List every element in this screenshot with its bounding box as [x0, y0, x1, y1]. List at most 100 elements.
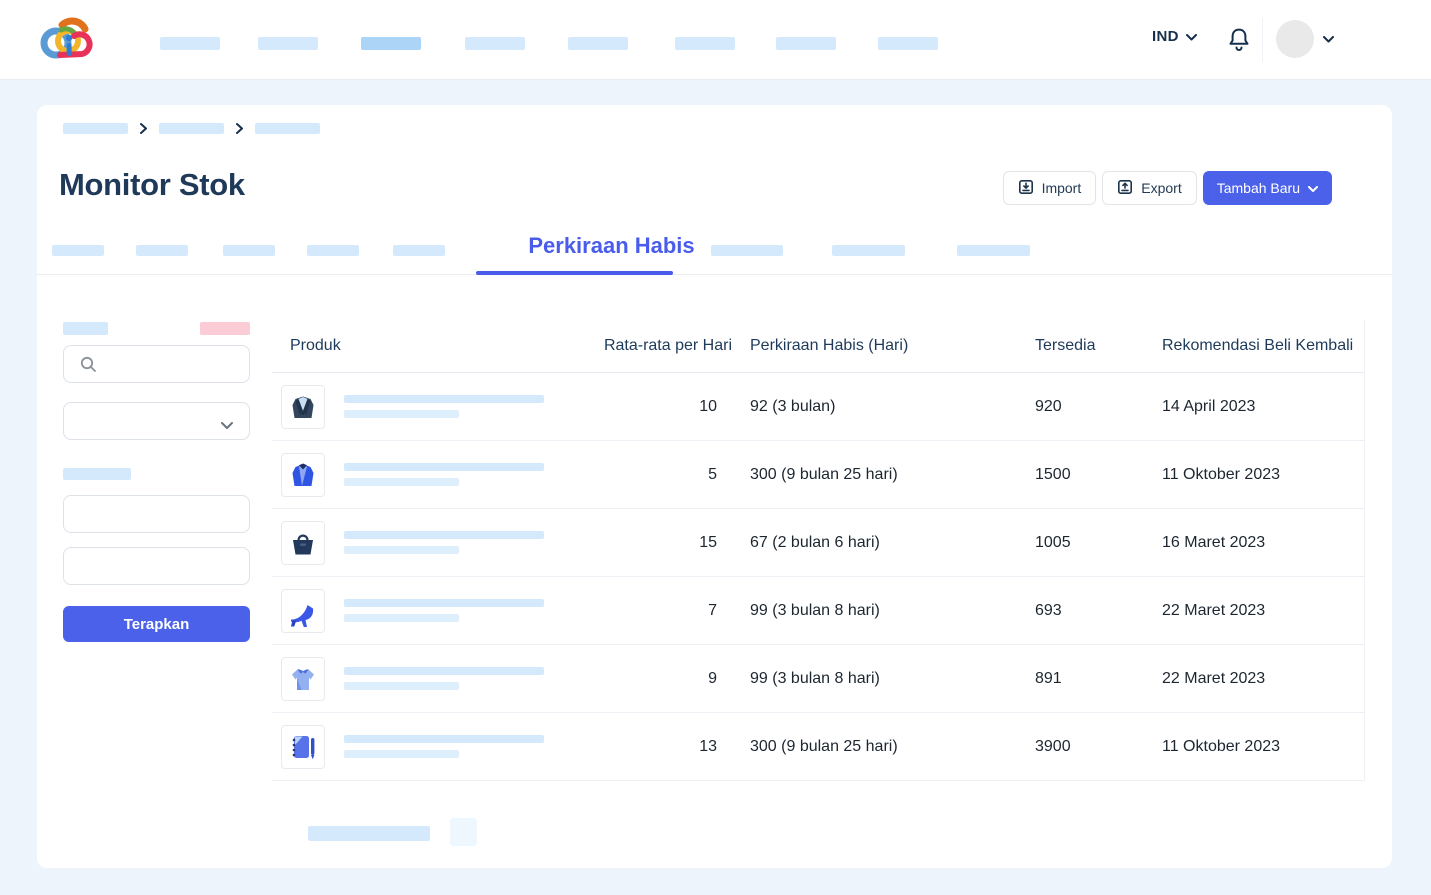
product-image-notebook-icon: [281, 725, 325, 769]
nav-item-placeholder-3-active[interactable]: [361, 37, 421, 50]
available-cell: 920: [1017, 398, 1144, 416]
run-out-cell: 67 (2 bulan 6 hari): [732, 534, 1017, 552]
product-image-suit-icon: [281, 385, 325, 429]
product-subtitle-placeholder: [344, 750, 459, 758]
export-label: Export: [1141, 180, 1181, 196]
tab-bar: Perkiraan Habis: [37, 226, 1392, 275]
tab-placeholder-1[interactable]: [52, 245, 104, 256]
tab-placeholder-3[interactable]: [223, 245, 275, 256]
top-navbar: IND: [0, 0, 1431, 80]
product-name-placeholder: [344, 667, 544, 675]
filter-field-2[interactable]: [63, 547, 250, 585]
chevron-down-icon: [1308, 180, 1318, 196]
run-out-cell: 92 (3 bulan): [732, 398, 1017, 416]
table-row: 5 300 (9 bulan 25 hari) 1500 11 Oktober …: [272, 441, 1364, 509]
brand-logo-icon[interactable]: [38, 12, 100, 68]
table-row: 15 67 (2 bulan 6 hari) 1005 16 Maret 202…: [272, 509, 1364, 577]
avg-per-day-cell: 10: [602, 398, 732, 416]
col-produk: Produk: [272, 337, 602, 355]
stock-table: Produk Rata-rata per Hari Perkiraan Habi…: [272, 320, 1365, 781]
run-out-cell: 99 (3 bulan 8 hari): [732, 670, 1017, 688]
product-name-placeholder: [344, 463, 544, 471]
restock-date-cell: 11 Oktober 2023: [1144, 466, 1365, 484]
tab-placeholder-8[interactable]: [957, 245, 1030, 256]
export-icon: [1117, 179, 1133, 198]
import-button[interactable]: Import: [1003, 171, 1097, 205]
filter-title-placeholder: [63, 322, 108, 335]
filter-label-placeholder: [63, 468, 131, 480]
available-cell: 891: [1017, 670, 1144, 688]
avg-per-day-cell: 13: [602, 738, 732, 756]
col-perkiraan-habis: Perkiraan Habis (Hari): [732, 337, 1017, 355]
page-size-select-placeholder[interactable]: [450, 818, 477, 846]
language-selector[interactable]: IND: [1152, 28, 1197, 45]
available-cell: 1005: [1017, 534, 1144, 552]
product-subtitle-placeholder: [344, 614, 459, 622]
product-name-placeholder: [344, 599, 544, 607]
product-subtitle-placeholder: [344, 546, 459, 554]
table-row: 9 99 (3 bulan 8 hari) 891 22 Maret 2023: [272, 645, 1364, 713]
nav-item-placeholder-7[interactable]: [776, 37, 836, 50]
tab-placeholder-7[interactable]: [832, 245, 905, 256]
nav-item-placeholder-8[interactable]: [878, 37, 938, 50]
run-out-cell: 99 (3 bulan 8 hari): [732, 602, 1017, 620]
avg-per-day-cell: 7: [602, 602, 732, 620]
language-code: IND: [1152, 28, 1179, 45]
run-out-cell: 300 (9 bulan 25 hari): [732, 466, 1017, 484]
product-name-placeholder: [344, 531, 544, 539]
nav-item-placeholder-5[interactable]: [568, 37, 628, 50]
nav-item-placeholder-4[interactable]: [465, 37, 525, 50]
breadcrumb-item-placeholder-3[interactable]: [255, 123, 320, 134]
tab-perkiraan-habis[interactable]: Perkiraan Habis: [480, 233, 743, 259]
col-tersedia: Tersedia: [1017, 337, 1144, 355]
content-card: Monitor Stok Import: [37, 105, 1392, 868]
restock-date-cell: 22 Maret 2023: [1144, 670, 1365, 688]
chevron-right-icon: [140, 123, 147, 134]
product-image-jacket-icon: [281, 453, 325, 497]
apply-button[interactable]: Terapkan: [63, 606, 250, 642]
avg-per-day-cell: 5: [602, 466, 732, 484]
product-name-placeholder: [344, 395, 544, 403]
col-rekomendasi: Rekomendasi Beli Kembali: [1144, 337, 1365, 355]
user-menu[interactable]: [1276, 20, 1334, 58]
restock-date-cell: 22 Maret 2023: [1144, 602, 1365, 620]
breadcrumb-item-placeholder-2[interactable]: [159, 123, 224, 134]
import-icon: [1018, 179, 1034, 198]
table-row: 7 99 (3 bulan 8 hari) 693 22 Maret 2023: [272, 577, 1364, 645]
breadcrumb-item-placeholder-1[interactable]: [63, 123, 128, 134]
nav-item-placeholder-2[interactable]: [258, 37, 318, 50]
run-out-cell: 300 (9 bulan 25 hari): [732, 738, 1017, 756]
filter-field-1[interactable]: [63, 495, 250, 533]
product-subtitle-placeholder: [344, 478, 459, 486]
page: IND: [0, 0, 1431, 895]
restock-date-cell: 16 Maret 2023: [1144, 534, 1365, 552]
product-image-handbag-icon: [281, 521, 325, 565]
nav-item-placeholder-6[interactable]: [675, 37, 735, 50]
search-input[interactable]: [63, 345, 250, 383]
restock-date-cell: 14 April 2023: [1144, 398, 1365, 416]
product-image-heel-icon: [281, 589, 325, 633]
export-button[interactable]: Export: [1102, 171, 1196, 205]
nav-item-placeholder-1[interactable]: [160, 37, 220, 50]
page-title: Monitor Stok: [59, 167, 245, 203]
tab-placeholder-6[interactable]: [711, 245, 783, 256]
tab-placeholder-2[interactable]: [136, 245, 188, 256]
chevron-down-icon: [1186, 28, 1197, 45]
notifications-bell-icon[interactable]: [1227, 27, 1251, 53]
filter-reset-placeholder[interactable]: [200, 322, 250, 335]
avg-per-day-cell: 15: [602, 534, 732, 552]
chevron-right-icon: [236, 123, 243, 134]
category-select[interactable]: [63, 402, 250, 440]
topbar-divider: [1262, 18, 1263, 62]
tab-placeholder-4[interactable]: [307, 245, 359, 256]
col-rata-rata: Rata-rata per Hari: [602, 337, 732, 355]
chevron-down-icon: [221, 417, 233, 435]
pagination-info-placeholder: [308, 826, 430, 841]
available-cell: 1500: [1017, 466, 1144, 484]
tab-placeholder-5[interactable]: [393, 245, 445, 256]
table-row: 10 92 (3 bulan) 920 14 April 2023: [272, 373, 1364, 441]
toolbar: Import Export Tambah Baru: [1003, 171, 1332, 205]
avg-per-day-cell: 9: [602, 670, 732, 688]
add-new-button[interactable]: Tambah Baru: [1203, 171, 1332, 205]
chevron-down-icon: [1323, 30, 1334, 48]
